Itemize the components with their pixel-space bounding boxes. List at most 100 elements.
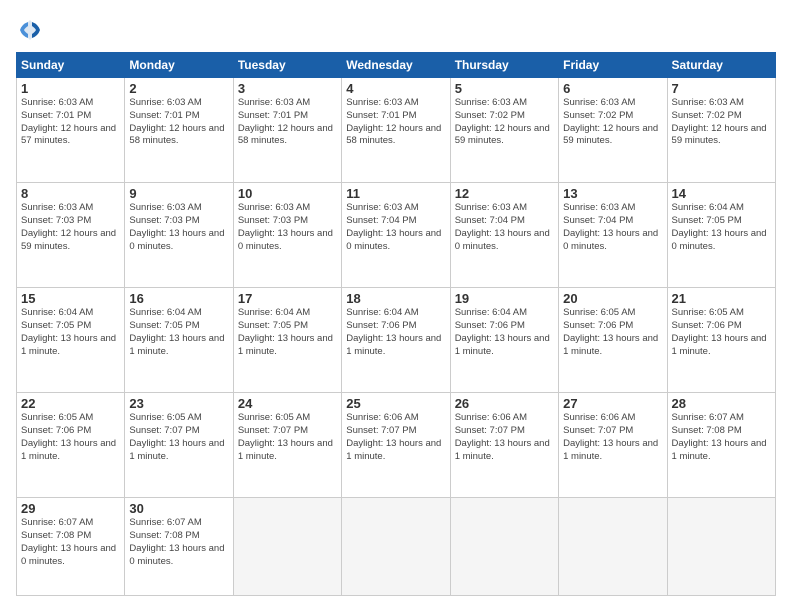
calendar-week-row: 29 Sunrise: 6:07 AMSunset: 7:08 PMDaylig…	[17, 498, 776, 596]
table-row: 28 Sunrise: 6:07 AMSunset: 7:08 PMDaylig…	[667, 393, 775, 498]
table-row: 5 Sunrise: 6:03 AMSunset: 7:02 PMDayligh…	[450, 78, 558, 183]
table-row: 4 Sunrise: 6:03 AMSunset: 7:01 PMDayligh…	[342, 78, 450, 183]
table-row: 18 Sunrise: 6:04 AMSunset: 7:06 PMDaylig…	[342, 288, 450, 393]
col-thursday: Thursday	[450, 53, 558, 78]
day-number: 16	[129, 291, 228, 306]
header	[16, 16, 776, 44]
day-info: Sunrise: 6:07 AMSunset: 7:08 PMDaylight:…	[129, 517, 228, 568]
table-row: 9 Sunrise: 6:03 AMSunset: 7:03 PMDayligh…	[125, 183, 233, 288]
day-number: 3	[238, 81, 337, 96]
calendar-header-row: Sunday Monday Tuesday Wednesday Thursday…	[17, 53, 776, 78]
day-info: Sunrise: 6:04 AMSunset: 7:06 PMDaylight:…	[346, 307, 445, 358]
day-info: Sunrise: 6:03 AMSunset: 7:03 PMDaylight:…	[129, 202, 228, 253]
day-number: 8	[21, 186, 120, 201]
table-row: 6 Sunrise: 6:03 AMSunset: 7:02 PMDayligh…	[559, 78, 667, 183]
day-info: Sunrise: 6:03 AMSunset: 7:01 PMDaylight:…	[238, 97, 337, 148]
calendar-table: Sunday Monday Tuesday Wednesday Thursday…	[16, 52, 776, 596]
day-number: 25	[346, 396, 445, 411]
day-number: 29	[21, 501, 120, 516]
day-info: Sunrise: 6:03 AMSunset: 7:01 PMDaylight:…	[346, 97, 445, 148]
day-number: 12	[455, 186, 554, 201]
day-number: 9	[129, 186, 228, 201]
table-row: 12 Sunrise: 6:03 AMSunset: 7:04 PMDaylig…	[450, 183, 558, 288]
table-row: 15 Sunrise: 6:04 AMSunset: 7:05 PMDaylig…	[17, 288, 125, 393]
day-info: Sunrise: 6:05 AMSunset: 7:07 PMDaylight:…	[129, 412, 228, 463]
day-number: 5	[455, 81, 554, 96]
day-info: Sunrise: 6:04 AMSunset: 7:05 PMDaylight:…	[21, 307, 120, 358]
table-row	[559, 498, 667, 596]
table-row: 2 Sunrise: 6:03 AMSunset: 7:01 PMDayligh…	[125, 78, 233, 183]
table-row: 1 Sunrise: 6:03 AMSunset: 7:01 PMDayligh…	[17, 78, 125, 183]
day-info: Sunrise: 6:03 AMSunset: 7:04 PMDaylight:…	[455, 202, 554, 253]
day-number: 2	[129, 81, 228, 96]
table-row: 14 Sunrise: 6:04 AMSunset: 7:05 PMDaylig…	[667, 183, 775, 288]
calendar-week-row: 15 Sunrise: 6:04 AMSunset: 7:05 PMDaylig…	[17, 288, 776, 393]
table-row: 11 Sunrise: 6:03 AMSunset: 7:04 PMDaylig…	[342, 183, 450, 288]
day-info: Sunrise: 6:04 AMSunset: 7:05 PMDaylight:…	[238, 307, 337, 358]
day-number: 26	[455, 396, 554, 411]
day-info: Sunrise: 6:04 AMSunset: 7:05 PMDaylight:…	[672, 202, 771, 253]
col-sunday: Sunday	[17, 53, 125, 78]
day-info: Sunrise: 6:05 AMSunset: 7:07 PMDaylight:…	[238, 412, 337, 463]
logo-icon	[16, 16, 44, 44]
table-row: 27 Sunrise: 6:06 AMSunset: 7:07 PMDaylig…	[559, 393, 667, 498]
table-row: 16 Sunrise: 6:04 AMSunset: 7:05 PMDaylig…	[125, 288, 233, 393]
day-info: Sunrise: 6:03 AMSunset: 7:03 PMDaylight:…	[21, 202, 120, 253]
day-number: 4	[346, 81, 445, 96]
day-info: Sunrise: 6:07 AMSunset: 7:08 PMDaylight:…	[672, 412, 771, 463]
calendar-week-row: 1 Sunrise: 6:03 AMSunset: 7:01 PMDayligh…	[17, 78, 776, 183]
table-row: 29 Sunrise: 6:07 AMSunset: 7:08 PMDaylig…	[17, 498, 125, 596]
day-info: Sunrise: 6:03 AMSunset: 7:02 PMDaylight:…	[455, 97, 554, 148]
day-number: 30	[129, 501, 228, 516]
day-number: 22	[21, 396, 120, 411]
page: Sunday Monday Tuesday Wednesday Thursday…	[0, 0, 792, 612]
day-number: 14	[672, 186, 771, 201]
day-info: Sunrise: 6:06 AMSunset: 7:07 PMDaylight:…	[346, 412, 445, 463]
day-info: Sunrise: 6:03 AMSunset: 7:04 PMDaylight:…	[563, 202, 662, 253]
table-row: 8 Sunrise: 6:03 AMSunset: 7:03 PMDayligh…	[17, 183, 125, 288]
day-number: 17	[238, 291, 337, 306]
table-row: 19 Sunrise: 6:04 AMSunset: 7:06 PMDaylig…	[450, 288, 558, 393]
calendar-week-row: 22 Sunrise: 6:05 AMSunset: 7:06 PMDaylig…	[17, 393, 776, 498]
day-number: 19	[455, 291, 554, 306]
day-number: 13	[563, 186, 662, 201]
table-row: 24 Sunrise: 6:05 AMSunset: 7:07 PMDaylig…	[233, 393, 341, 498]
day-number: 21	[672, 291, 771, 306]
table-row: 30 Sunrise: 6:07 AMSunset: 7:08 PMDaylig…	[125, 498, 233, 596]
col-monday: Monday	[125, 53, 233, 78]
day-number: 7	[672, 81, 771, 96]
table-row: 23 Sunrise: 6:05 AMSunset: 7:07 PMDaylig…	[125, 393, 233, 498]
day-number: 28	[672, 396, 771, 411]
table-row: 25 Sunrise: 6:06 AMSunset: 7:07 PMDaylig…	[342, 393, 450, 498]
table-row: 17 Sunrise: 6:04 AMSunset: 7:05 PMDaylig…	[233, 288, 341, 393]
day-info: Sunrise: 6:06 AMSunset: 7:07 PMDaylight:…	[563, 412, 662, 463]
day-number: 15	[21, 291, 120, 306]
table-row	[450, 498, 558, 596]
table-row: 22 Sunrise: 6:05 AMSunset: 7:06 PMDaylig…	[17, 393, 125, 498]
table-row: 21 Sunrise: 6:05 AMSunset: 7:06 PMDaylig…	[667, 288, 775, 393]
day-info: Sunrise: 6:07 AMSunset: 7:08 PMDaylight:…	[21, 517, 120, 568]
col-friday: Friday	[559, 53, 667, 78]
day-info: Sunrise: 6:05 AMSunset: 7:06 PMDaylight:…	[563, 307, 662, 358]
day-info: Sunrise: 6:05 AMSunset: 7:06 PMDaylight:…	[21, 412, 120, 463]
table-row: 20 Sunrise: 6:05 AMSunset: 7:06 PMDaylig…	[559, 288, 667, 393]
table-row: 7 Sunrise: 6:03 AMSunset: 7:02 PMDayligh…	[667, 78, 775, 183]
day-number: 1	[21, 81, 120, 96]
day-number: 6	[563, 81, 662, 96]
table-row	[233, 498, 341, 596]
day-info: Sunrise: 6:03 AMSunset: 7:01 PMDaylight:…	[129, 97, 228, 148]
day-number: 24	[238, 396, 337, 411]
col-tuesday: Tuesday	[233, 53, 341, 78]
day-info: Sunrise: 6:03 AMSunset: 7:03 PMDaylight:…	[238, 202, 337, 253]
col-wednesday: Wednesday	[342, 53, 450, 78]
day-info: Sunrise: 6:03 AMSunset: 7:02 PMDaylight:…	[672, 97, 771, 148]
table-row	[667, 498, 775, 596]
day-info: Sunrise: 6:03 AMSunset: 7:04 PMDaylight:…	[346, 202, 445, 253]
logo	[16, 16, 48, 44]
day-number: 27	[563, 396, 662, 411]
day-info: Sunrise: 6:04 AMSunset: 7:05 PMDaylight:…	[129, 307, 228, 358]
col-saturday: Saturday	[667, 53, 775, 78]
table-row: 13 Sunrise: 6:03 AMSunset: 7:04 PMDaylig…	[559, 183, 667, 288]
day-number: 18	[346, 291, 445, 306]
table-row: 10 Sunrise: 6:03 AMSunset: 7:03 PMDaylig…	[233, 183, 341, 288]
